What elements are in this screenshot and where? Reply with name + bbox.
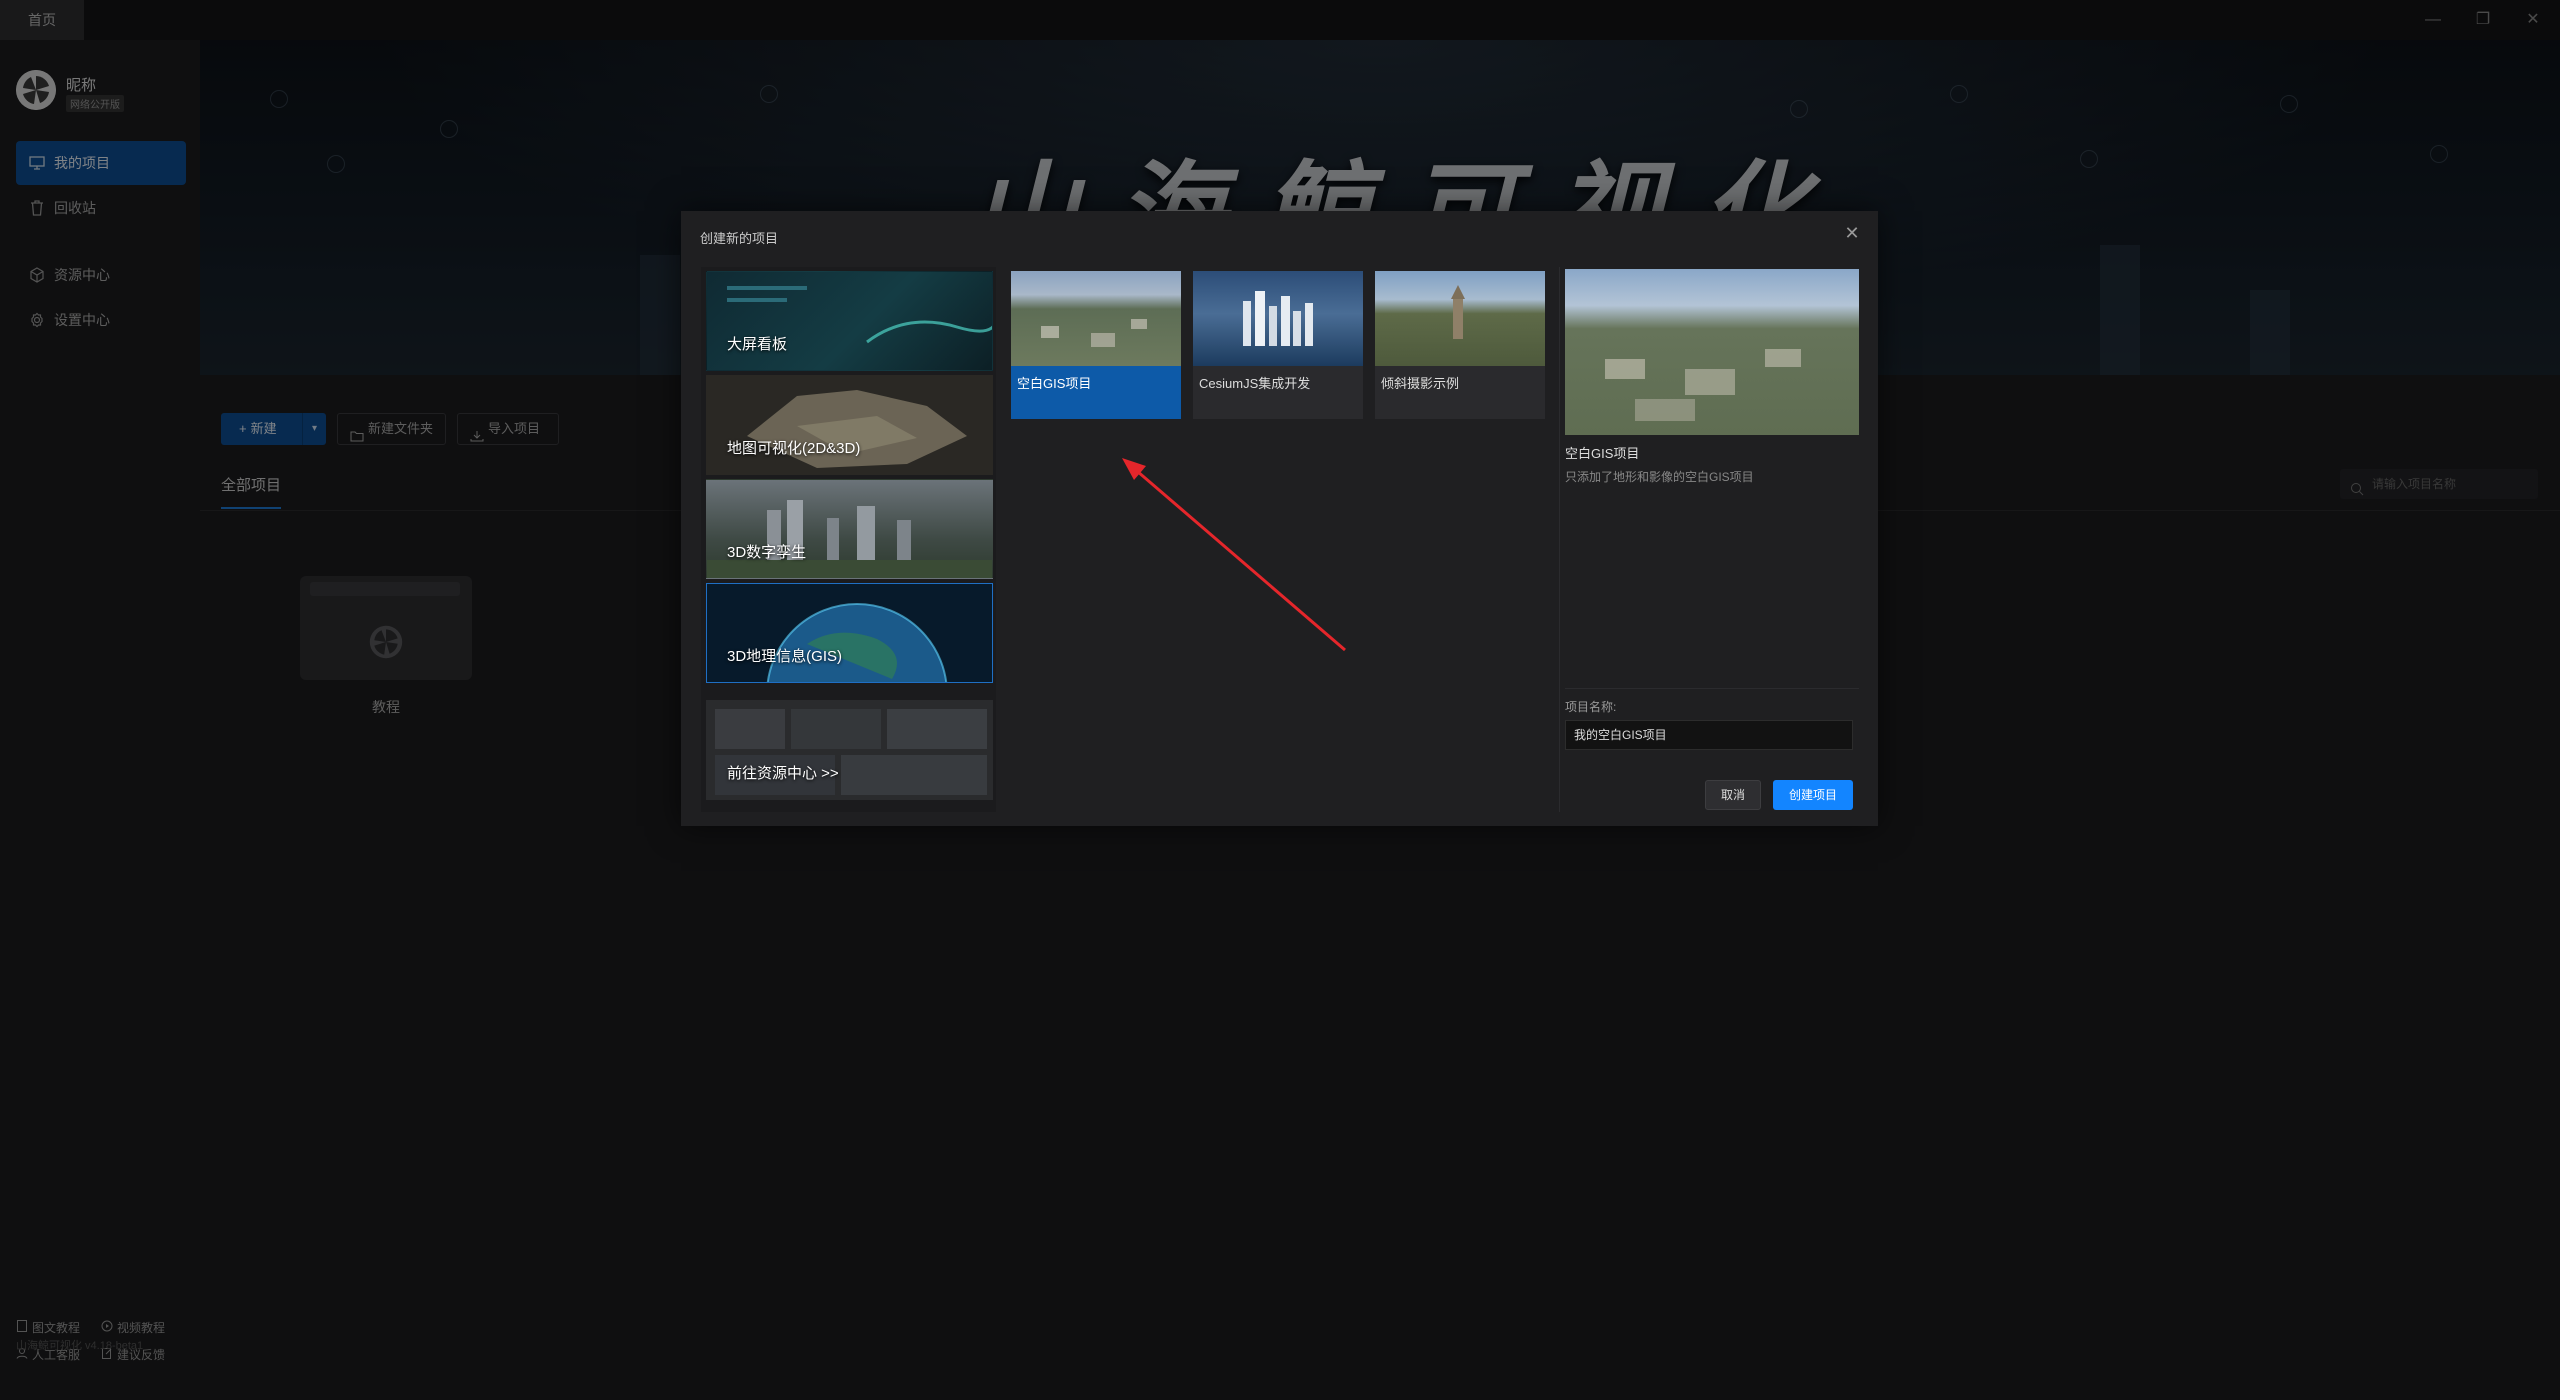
go-resource-center[interactable]: 前往资源中心 >>: [706, 700, 993, 800]
category-map[interactable]: 地图可视化(2D&3D): [706, 375, 993, 475]
template-label: 空白GIS项目: [1017, 376, 1092, 391]
project-name-input[interactable]: 我的空白GIS项目: [1565, 720, 1853, 750]
category-label: 前往资源中心 >>: [727, 765, 839, 782]
create-project-button[interactable]: 创建项目: [1773, 780, 1853, 810]
template-blank-gis[interactable]: 空白GIS项目: [1011, 271, 1181, 419]
dialog-title: 创建新的项目: [700, 231, 779, 246]
category-dashboard[interactable]: 大屏看板: [706, 271, 993, 371]
template-preview-image: [1565, 269, 1859, 435]
template-cesiumjs[interactable]: CesiumJS集成开发: [1193, 271, 1363, 419]
category-label: 地图可视化(2D&3D): [727, 440, 861, 457]
category-digital-twin[interactable]: 3D数字孪生: [706, 479, 993, 579]
project-name-label: 项目名称:: [1565, 700, 1617, 714]
category-label: 大屏看板: [727, 336, 788, 353]
category-list: 大屏看板 地图可视化(2D&3D) 3D数字孪生 3D地理信息(GIS) 前往资…: [701, 267, 996, 812]
template-oblique-photo[interactable]: 倾斜摄影示例: [1375, 271, 1545, 419]
category-label: 3D数字孪生: [727, 544, 807, 561]
preview-description: 只添加了地形和影像的空白GIS项目: [1565, 470, 1754, 484]
preview-title: 空白GIS项目: [1565, 446, 1640, 461]
category-label: 3D地理信息(GIS): [727, 648, 843, 665]
cancel-button[interactable]: 取消: [1705, 780, 1761, 810]
category-gis[interactable]: 3D地理信息(GIS): [706, 583, 993, 683]
annotation-arrow: [1122, 458, 1346, 652]
template-label: 倾斜摄影示例: [1381, 376, 1460, 391]
template-label: CesiumJS集成开发: [1199, 376, 1311, 391]
close-icon[interactable]: ✕: [1842, 223, 1862, 243]
